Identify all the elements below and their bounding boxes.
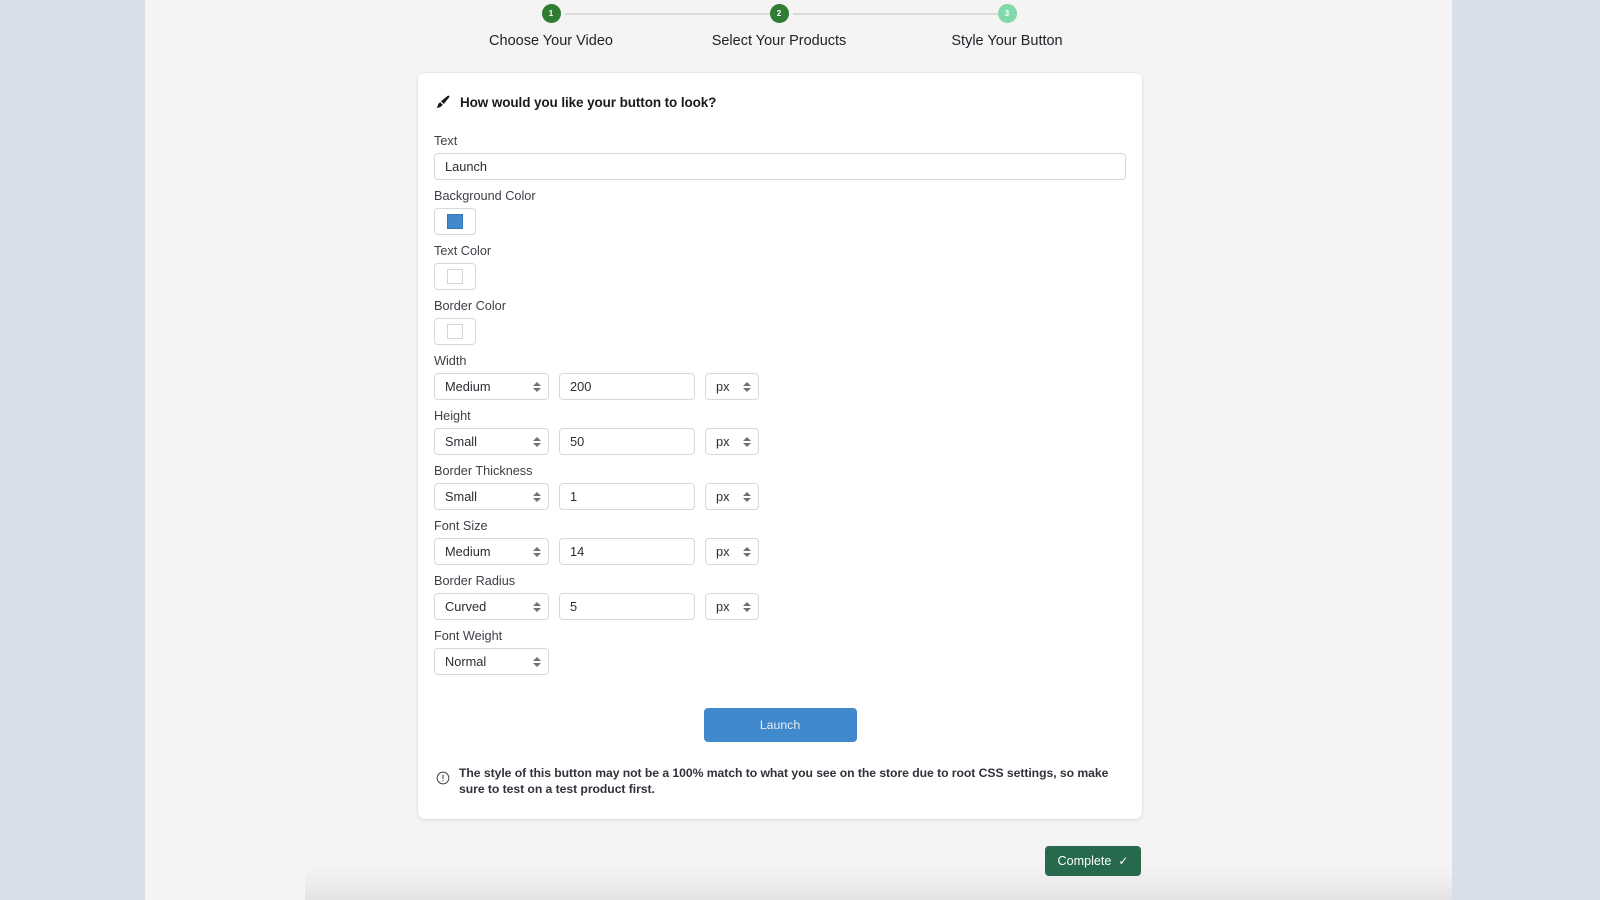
paintbrush-icon bbox=[434, 94, 451, 111]
progress-stepper: 1 Choose Your Video 2 Select Your Produc… bbox=[145, 0, 1452, 60]
chevron-updown-icon bbox=[743, 600, 751, 614]
step-2-circle[interactable]: 2 bbox=[770, 4, 789, 23]
stepper-step-style-your-button[interactable]: 3 Style Your Button bbox=[927, 0, 1087, 49]
label-text: Text bbox=[434, 134, 1126, 148]
border-radius-preset-value: Curved bbox=[445, 599, 486, 614]
step-2-number: 2 bbox=[777, 10, 781, 18]
chevron-updown-icon bbox=[743, 435, 751, 449]
label-text-color: Text Color bbox=[434, 244, 1126, 258]
border-radius-unit-select[interactable]: px bbox=[705, 593, 759, 620]
height-unit-select[interactable]: px bbox=[705, 428, 759, 455]
chevron-updown-icon bbox=[533, 490, 541, 504]
step-3-number: 3 bbox=[1005, 10, 1009, 18]
height-amount-input[interactable] bbox=[559, 428, 695, 455]
stepper-step-choose-your-video[interactable]: 1 Choose Your Video bbox=[471, 0, 631, 49]
label-font-size: Font Size bbox=[434, 519, 1126, 533]
background-color-picker[interactable] bbox=[434, 208, 476, 235]
style-disclaimer-text: The style of this button may not be a 10… bbox=[459, 765, 1120, 797]
width-preset-select[interactable]: Medium bbox=[434, 373, 549, 400]
border-thickness-preset-value: Small bbox=[445, 489, 477, 504]
width-controls: Medium px bbox=[434, 373, 1126, 400]
background-color-swatch bbox=[447, 214, 463, 229]
text-color-picker[interactable] bbox=[434, 263, 476, 290]
label-border-thickness: Border Thickness bbox=[434, 464, 1126, 478]
font-size-controls: Medium px bbox=[434, 538, 1126, 565]
width-amount-input[interactable] bbox=[559, 373, 695, 400]
border-radius-controls: Curved px bbox=[434, 593, 1126, 620]
stepper-step-select-your-products[interactable]: 2 Select Your Products bbox=[699, 0, 859, 49]
card-header: How would you like your button to look? bbox=[434, 89, 1126, 125]
chevron-updown-icon bbox=[533, 435, 541, 449]
card-title: How would you like your button to look? bbox=[460, 95, 716, 110]
border-color-swatch bbox=[447, 324, 463, 339]
border-thickness-preset-select[interactable]: Small bbox=[434, 483, 549, 510]
button-text-input[interactable] bbox=[434, 153, 1126, 180]
border-radius-amount-input[interactable] bbox=[559, 593, 695, 620]
style-disclaimer-note: The style of this button may not be a 10… bbox=[434, 765, 1126, 797]
border-thickness-controls: Small px bbox=[434, 483, 1126, 510]
label-background-color: Background Color bbox=[434, 189, 1126, 203]
chevron-updown-icon bbox=[533, 600, 541, 614]
button-style-card: How would you like your button to look? … bbox=[418, 73, 1142, 819]
app-content-area: 1 Choose Your Video 2 Select Your Produc… bbox=[145, 0, 1452, 900]
label-font-weight: Font Weight bbox=[434, 629, 1126, 643]
chevron-updown-icon bbox=[533, 655, 541, 669]
font-size-unit-value: px bbox=[716, 544, 730, 559]
font-size-preset-value: Medium bbox=[445, 544, 491, 559]
font-size-unit-select[interactable]: px bbox=[705, 538, 759, 565]
border-thickness-amount-input[interactable] bbox=[559, 483, 695, 510]
border-thickness-unit-value: px bbox=[716, 489, 730, 504]
font-weight-preset-value: Normal bbox=[445, 654, 486, 669]
label-width: Width bbox=[434, 354, 1126, 368]
chevron-updown-icon bbox=[533, 545, 541, 559]
step-3-circle[interactable]: 3 bbox=[998, 4, 1017, 23]
button-preview-area: Launch bbox=[434, 708, 1126, 742]
complete-button-label: Complete bbox=[1058, 854, 1112, 868]
font-weight-controls: Normal bbox=[434, 648, 1126, 675]
border-radius-preset-select[interactable]: Curved bbox=[434, 593, 549, 620]
check-icon: ✓ bbox=[1118, 855, 1128, 867]
text-color-swatch bbox=[447, 269, 463, 284]
step-1-number: 1 bbox=[549, 10, 553, 18]
font-size-amount-input[interactable] bbox=[559, 538, 695, 565]
label-height: Height bbox=[434, 409, 1126, 423]
height-controls: Small px bbox=[434, 428, 1126, 455]
label-border-color: Border Color bbox=[434, 299, 1126, 313]
height-preset-select[interactable]: Small bbox=[434, 428, 549, 455]
font-size-preset-select[interactable]: Medium bbox=[434, 538, 549, 565]
height-preset-value: Small bbox=[445, 434, 477, 449]
label-border-radius: Border Radius bbox=[434, 574, 1126, 588]
info-circle-icon bbox=[436, 771, 450, 785]
step-1-label: Choose Your Video bbox=[471, 33, 631, 49]
height-unit-value: px bbox=[716, 434, 730, 449]
complete-button[interactable]: Complete ✓ bbox=[1045, 846, 1141, 876]
chevron-updown-icon bbox=[743, 490, 751, 504]
step-3-label: Style Your Button bbox=[927, 33, 1087, 49]
step-2-label: Select Your Products bbox=[699, 33, 859, 49]
border-color-picker[interactable] bbox=[434, 318, 476, 345]
chevron-updown-icon bbox=[533, 380, 541, 394]
width-preset-value: Medium bbox=[445, 379, 491, 394]
chevron-updown-icon bbox=[743, 380, 751, 394]
footer-bar bbox=[305, 864, 1452, 900]
border-radius-unit-value: px bbox=[716, 599, 730, 614]
width-unit-value: px bbox=[716, 379, 730, 394]
button-preview[interactable]: Launch bbox=[704, 708, 857, 742]
step-1-circle[interactable]: 1 bbox=[542, 4, 561, 23]
font-weight-preset-select[interactable]: Normal bbox=[434, 648, 549, 675]
border-thickness-unit-select[interactable]: px bbox=[705, 483, 759, 510]
width-unit-select[interactable]: px bbox=[705, 373, 759, 400]
chevron-updown-icon bbox=[743, 545, 751, 559]
